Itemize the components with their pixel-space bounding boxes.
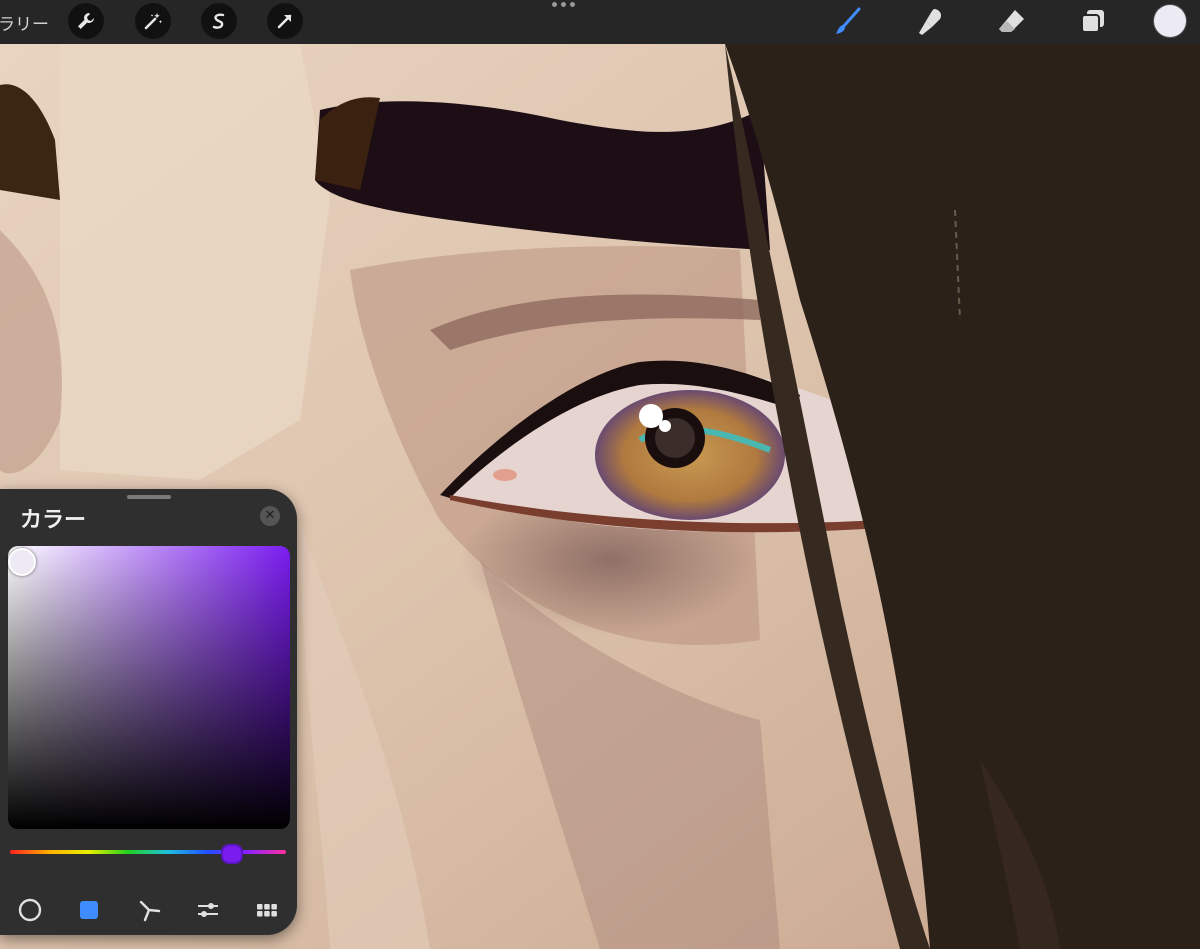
color-panel: カラー ✕ [0,489,297,935]
smudge-icon[interactable] [913,4,949,40]
hue-slider[interactable] [10,850,286,854]
arrow-transform-icon[interactable] [267,3,303,39]
close-icon[interactable]: ✕ [260,506,280,526]
saturation-brightness-picker[interactable] [8,546,290,829]
top-toolbar: ラリー [0,0,1200,44]
brush-icon[interactable] [830,4,866,40]
magic-wand-icon[interactable] [135,3,171,39]
layers-icon[interactable] [1075,4,1111,40]
palettes-mode-icon[interactable] [250,893,284,927]
harmony-mode-icon[interactable] [132,893,166,927]
color-picker-handle[interactable] [8,548,36,576]
wrench-icon[interactable] [68,3,104,39]
value-mode-icon[interactable] [191,893,225,927]
color-panel-title: カラー [20,508,87,533]
panel-grabber[interactable] [127,495,171,499]
current-color-swatch[interactable] [1154,5,1186,37]
eraser-icon[interactable] [994,4,1030,40]
gallery-button[interactable]: ラリー [0,10,49,35]
selection-s-icon[interactable] [201,3,237,39]
classic-mode-icon[interactable] [72,893,106,927]
disc-mode-icon[interactable] [13,893,47,927]
hue-slider-handle[interactable] [221,844,243,864]
more-options-dots[interactable] [552,2,575,7]
